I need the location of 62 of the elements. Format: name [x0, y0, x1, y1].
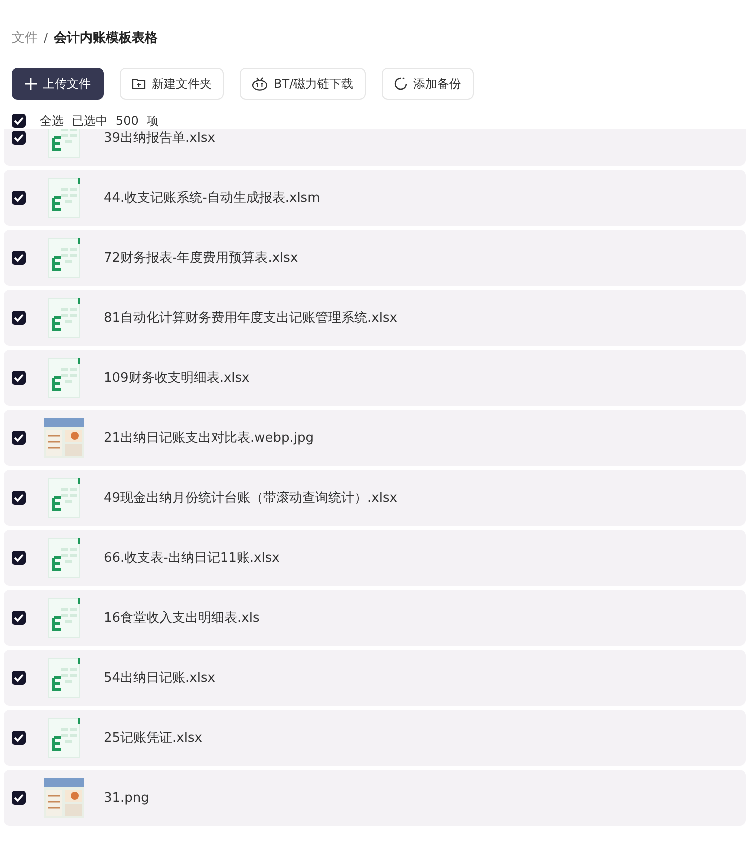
file-checkbox[interactable] [12, 551, 26, 565]
file-row[interactable]: 66.收支表-出纳日记11账.xlsx [4, 530, 746, 586]
file-row[interactable]: 54出纳日记账.xlsx [4, 650, 746, 706]
file-name: 44.收支记账系统-自动生成报表.xlsm [104, 190, 320, 207]
file-row[interactable]: 49现金出纳月份统计台账（带滚动查询统计）.xlsx [4, 470, 746, 526]
spreadsheet-icon [48, 718, 82, 758]
toolbar-button[interactable]: BT/磁力链下载 [240, 68, 366, 100]
file-checkbox[interactable] [12, 731, 26, 745]
file-name: 72财务报表-年度费用预算表.xlsx [104, 250, 298, 267]
toolbar-button[interactable]: 添加备份 [382, 68, 474, 100]
spreadsheet-icon [48, 358, 82, 398]
spreadsheet-icon [48, 178, 82, 218]
file-row[interactable]: 72财务报表-年度费用预算表.xlsx [4, 230, 746, 286]
file-name: 49现金出纳月份统计台账（带滚动查询统计）.xlsx [104, 490, 398, 507]
sync-icon [394, 77, 408, 91]
file-row[interactable]: 109财务收支明细表.xlsx [4, 350, 746, 406]
file-checkbox[interactable] [12, 491, 26, 505]
file-checkbox[interactable] [12, 791, 26, 805]
spreadsheet-icon [48, 298, 82, 338]
plus-icon [25, 78, 37, 90]
file-checkbox[interactable] [12, 131, 26, 145]
folder-add-icon [132, 78, 146, 90]
file-name: 16食堂收入支出明细表.xls [104, 610, 260, 627]
selected-label: 已选中 [72, 112, 108, 130]
file-row[interactable]: 21出纳日记账支出对比表.webp.jpg [4, 410, 746, 466]
file-name: 31.png [104, 790, 150, 806]
file-row[interactable]: 25记账凭证.xlsx [4, 710, 746, 766]
spreadsheet-icon [48, 238, 82, 278]
file-checkbox[interactable] [12, 191, 26, 205]
toolbar-button[interactable]: 上传文件 [12, 68, 104, 100]
file-name: 39出纳报告单.xlsx [104, 130, 216, 147]
file-checkbox[interactable] [12, 371, 26, 385]
spreadsheet-icon [48, 538, 82, 578]
file-row[interactable]: 31.png [4, 770, 746, 826]
file-checkbox[interactable] [12, 431, 26, 445]
file-checkbox[interactable] [12, 611, 26, 625]
file-name: 25记账凭证.xlsx [104, 730, 202, 747]
file-row[interactable]: 81自动化计算财务费用年度支出记账管理系统.xlsx [4, 290, 746, 346]
file-name: 54出纳日记账.xlsx [104, 670, 216, 687]
file-name: 109财务收支明细表.xlsx [104, 370, 250, 387]
spreadsheet-icon [48, 658, 82, 698]
file-row[interactable]: 16食堂收入支出明细表.xls [4, 590, 746, 646]
file-name: 21出纳日记账支出对比表.webp.jpg [104, 430, 314, 447]
spreadsheet-icon [48, 129, 82, 158]
file-row[interactable]: 39出纳报告单.xlsx [4, 129, 746, 166]
select-all-checkbox[interactable] [12, 114, 26, 128]
file-checkbox[interactable] [12, 311, 26, 325]
file-checkbox[interactable] [12, 671, 26, 685]
spreadsheet-icon [48, 478, 82, 518]
file-name: 81自动化计算财务费用年度支出记账管理系统.xlsx [104, 310, 398, 327]
selected-unit: 项 [146, 112, 159, 130]
spreadsheet-icon [48, 598, 82, 638]
select-all-label: 全选 [40, 112, 64, 130]
breadcrumb-separator: / [44, 31, 48, 45]
file-checkbox[interactable] [12, 251, 26, 265]
selected-count: 500 [116, 114, 139, 128]
breadcrumb-link[interactable]: 文件 [12, 29, 38, 47]
file-name: 66.收支表-出纳日记11账.xlsx [104, 550, 280, 567]
bt-icon [252, 77, 268, 91]
file-row[interactable]: 44.收支记账系统-自动生成报表.xlsm [4, 170, 746, 226]
breadcrumb-current: 会计内账模板表格 [54, 30, 158, 47]
toolbar-button[interactable]: 新建文件夹 [120, 68, 224, 100]
